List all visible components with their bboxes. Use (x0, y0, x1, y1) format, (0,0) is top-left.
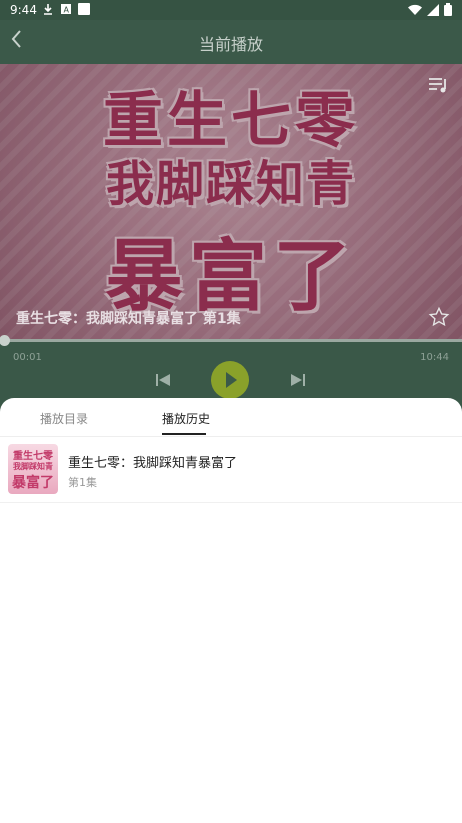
page-title: 当前播放 (198, 35, 263, 54)
thumb-line1: 重生七零 (13, 451, 53, 462)
tab-history[interactable]: 播放历史 (162, 410, 210, 427)
a-badge-icon: A (61, 4, 71, 15)
history-list-item[interactable]: 重生七零 我脚踩知青 暴富了 重生七零：我脚踩知青暴富了 第1集 (0, 436, 462, 503)
download-icon (44, 4, 52, 15)
progress-knob[interactable] (0, 335, 10, 346)
current-time: 00:01 (13, 352, 42, 363)
playlist-icon[interactable] (428, 76, 450, 94)
history-episode: 第1集 (68, 476, 97, 489)
bottom-sheet: 播放目录 播放历史 重生七零 我脚踩知青 暴富了 重生七零：我脚踩知青暴富了 第… (0, 398, 462, 823)
tab-playlist[interactable]: 播放目录 (40, 410, 88, 427)
history-title: 重生七零：我脚踩知青暴富了 (68, 456, 238, 471)
play-icon[interactable] (211, 361, 249, 399)
svg-text:A: A (64, 6, 70, 15)
progress-bar[interactable] (0, 335, 462, 346)
history-thumbnail: 重生七零 我脚踩知青 暴富了 (8, 444, 58, 494)
top-app-bar: 当前播放 (0, 20, 462, 64)
episode-title: 重生七零：我脚踩知青暴富了 第1集 (16, 311, 241, 327)
active-tab-indicator (162, 433, 206, 435)
skip-next-icon[interactable] (290, 372, 306, 388)
wifi-icon (408, 4, 422, 15)
skip-previous-icon[interactable] (155, 372, 171, 388)
cover-shade (0, 64, 462, 341)
status-time: 9:44 (10, 3, 37, 17)
square-icon (78, 3, 90, 15)
thumb-line2: 我脚踩知青 (13, 462, 53, 471)
signal-icon (427, 3, 439, 16)
cover-art[interactable]: 重生七零 我脚踩知青 暴富了 重生七零：我脚踩知青暴富了 第1集 (0, 64, 462, 341)
battery-icon (444, 3, 452, 16)
tab-bar: 播放目录 播放历史 (0, 398, 462, 437)
total-time: 10:44 (420, 352, 449, 363)
status-bar: 9:44 A (0, 0, 462, 20)
star-outline-icon[interactable] (428, 306, 450, 328)
thumb-line3: 暴富了 (12, 475, 54, 491)
